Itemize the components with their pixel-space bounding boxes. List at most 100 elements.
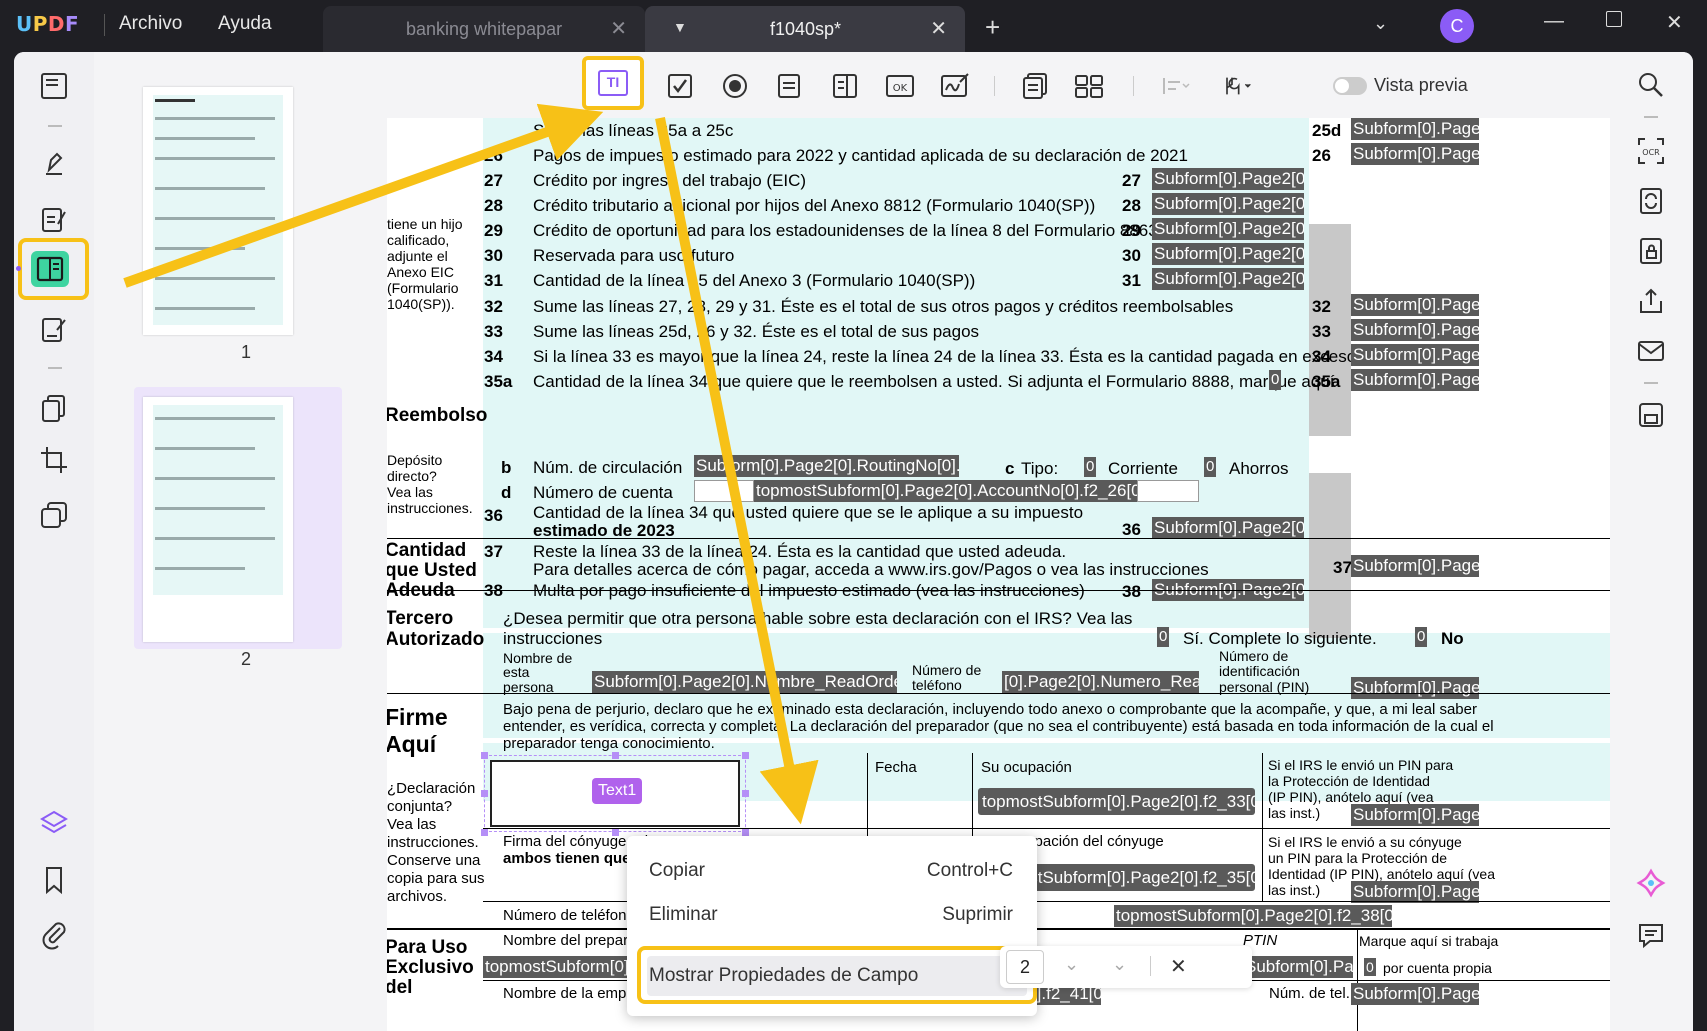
checkbox-8888[interactable]: 0: [1269, 370, 1282, 390]
field-37[interactable]: Subform[0].Page2: [1351, 555, 1479, 577]
context-menu: Copiar Control+C Eliminar Suprimir Mostr…: [627, 836, 1037, 1016]
checkbox-corriente[interactable]: 0: [1084, 457, 1097, 477]
close-window-icon[interactable]: ✕: [1666, 10, 1683, 35]
duplicate-icon[interactable]: [38, 499, 70, 531]
text-field-tool[interactable]: TI: [582, 56, 644, 110]
checkbox-si[interactable]: 0: [1157, 627, 1170, 647]
resize-handle[interactable]: [481, 790, 488, 797]
ocr-icon[interactable]: OCR: [1636, 136, 1666, 166]
save-icon[interactable]: [1636, 400, 1666, 430]
resize-handle[interactable]: [742, 790, 749, 797]
edit-pdf-icon[interactable]: [38, 204, 70, 236]
chevron-down-icon[interactable]: ⌄: [1373, 13, 1388, 34]
resize-handle[interactable]: [481, 829, 488, 836]
email-icon[interactable]: [1636, 336, 1666, 366]
close-tab-icon[interactable]: ✕: [610, 16, 627, 41]
grid-tool-icon[interactable]: [1074, 72, 1104, 100]
resize-handle[interactable]: [612, 829, 619, 836]
field-36[interactable]: Subform[0].Page2[0]: [1152, 517, 1304, 539]
chevron-down-double-icon[interactable]: ⌄: [1064, 954, 1079, 975]
tab-f1040sp[interactable]: ▼ f1040sp* ✕: [645, 6, 965, 52]
button-tool-icon[interactable]: OK: [885, 72, 915, 100]
radio-button-tool-icon[interactable]: [720, 72, 750, 100]
chevron-down-icon[interactable]: ⌄: [1112, 954, 1127, 975]
search-icon[interactable]: [1636, 70, 1666, 100]
firm-phone-field[interactable]: Subform[0].Page2: [1351, 983, 1479, 1005]
convert-icon[interactable]: [1636, 186, 1666, 216]
share-icon[interactable]: [1636, 286, 1666, 316]
line-number: 36: [484, 506, 503, 525]
reader-icon[interactable]: [38, 70, 70, 102]
ai-assistant-icon[interactable]: [1636, 868, 1666, 898]
form-field[interactable]: Subform[0].Page2: [1351, 369, 1479, 391]
account-field[interactable]: topmostSubform[0].Page2[0].AccountNo[0].…: [754, 480, 1137, 502]
field-name-tag[interactable]: Text1: [592, 778, 643, 804]
sign-icon[interactable]: [38, 314, 70, 346]
routing-field[interactable]: Subform[0].Page2[0].RoutingNo[0].f2: [694, 455, 959, 477]
menu-ayuda[interactable]: Ayuda: [218, 13, 272, 35]
resize-handle[interactable]: [742, 829, 749, 836]
page-thumbnail-2[interactable]: [143, 397, 293, 642]
preview-toggle[interactable]: [1333, 77, 1367, 95]
close-icon[interactable]: ✕: [1170, 954, 1187, 979]
highlighter-icon[interactable]: [38, 148, 70, 180]
side-note: Conserve una: [387, 852, 481, 869]
phone-field[interactable]: topmostSubform[0].Page2[0].f2_38[0]: [1114, 905, 1392, 927]
ptin-field[interactable]: Subform[0].Page2: [1243, 956, 1353, 978]
designee-name-field[interactable]: Subform[0].Page2[0].Nombre_ReadOrder[0]: [592, 671, 897, 693]
designee-pin-field[interactable]: Subform[0].Page2: [1351, 677, 1479, 699]
minimize-icon[interactable]: —: [1544, 10, 1564, 33]
form-field[interactable]: Subform[0].Page2: [1351, 294, 1479, 316]
combo-box-tool-icon[interactable]: [774, 72, 804, 100]
checkbox-no[interactable]: 0: [1415, 627, 1428, 647]
line-number-right: 28: [1122, 196, 1141, 215]
organize-pages-icon[interactable]: [38, 392, 70, 424]
maximize-icon[interactable]: [1606, 11, 1622, 27]
form-field[interactable]: Subform[0].Page2: [1351, 118, 1479, 140]
resize-handle[interactable]: [742, 752, 749, 759]
bookmark-icon[interactable]: [38, 864, 70, 896]
updf-logo[interactable]: UPDF: [16, 12, 79, 36]
form-field[interactable]: Subform[0].Page2[0]: [1152, 268, 1304, 290]
checkbox-self-employed[interactable]: 0: [1364, 958, 1376, 976]
form-field[interactable]: Subform[0].Page2[0]: [1152, 218, 1304, 240]
checkbox-tool-icon[interactable]: [665, 72, 695, 100]
resize-handle[interactable]: [612, 752, 619, 759]
tab-banking-whitepapar[interactable]: banking whitepapar ✕: [323, 6, 645, 52]
ippin-field[interactable]: Subform[0].Page2: [1351, 804, 1479, 826]
align-tool-icon[interactable]: [1160, 72, 1190, 100]
tools-icon[interactable]: [1222, 72, 1252, 100]
avatar[interactable]: C: [1440, 9, 1474, 43]
menu-item-copiar[interactable]: Copiar: [649, 860, 705, 882]
ocupacion-label: Su ocupación: [981, 759, 1072, 776]
close-tab-icon[interactable]: ✕: [930, 16, 947, 41]
designee-phone-field[interactable]: [0].Page2[0].Numero_ReadOrder: [1002, 671, 1199, 693]
menu-item-eliminar[interactable]: Eliminar: [649, 904, 718, 926]
signature-tool-icon[interactable]: [940, 72, 970, 100]
form-field[interactable]: Subform[0].Page2[0]: [1152, 168, 1304, 190]
new-tab-icon[interactable]: +: [985, 12, 1000, 43]
spouse-ippin-field[interactable]: Subform[0].Page2: [1351, 881, 1479, 903]
attachment-icon[interactable]: [38, 918, 70, 950]
protect-icon[interactable]: [1636, 236, 1666, 266]
form-field[interactable]: Subform[0].Page2[0]: [1152, 193, 1304, 215]
tab-dropdown-icon[interactable]: ▼: [673, 19, 687, 35]
occupation-field[interactable]: topmostSubform[0].Page2[0].f2_33[0]: [978, 788, 1255, 815]
checkbox-ahorros[interactable]: 0: [1204, 457, 1217, 477]
menu-item-field-properties[interactable]: Mostrar Propiedades de Campo: [649, 965, 918, 987]
comment-icon[interactable]: [1636, 920, 1666, 950]
list-box-tool-icon[interactable]: [830, 72, 860, 100]
menu-archivo[interactable]: Archivo: [119, 13, 182, 35]
page-input[interactable]: 2: [1006, 950, 1044, 984]
form-field[interactable]: Subform[0].Page2: [1351, 143, 1479, 165]
resize-handle[interactable]: [481, 752, 488, 759]
crop-icon[interactable]: [38, 444, 70, 476]
date-field-tool-icon[interactable]: [1020, 72, 1050, 100]
page-thumbnail-1[interactable]: [143, 87, 293, 335]
form-field[interactable]: Subform[0].Page2: [1351, 344, 1479, 366]
layers-icon[interactable]: [38, 807, 70, 839]
form-field[interactable]: Subform[0].Page2: [1351, 319, 1479, 341]
main-frame: 1 2 TI OK Vista previa OCR tiene un hijo…: [14, 52, 1693, 1031]
form-field[interactable]: Subform[0].Page2[0]: [1152, 243, 1304, 265]
prepare-form-button[interactable]: [16, 238, 89, 300]
